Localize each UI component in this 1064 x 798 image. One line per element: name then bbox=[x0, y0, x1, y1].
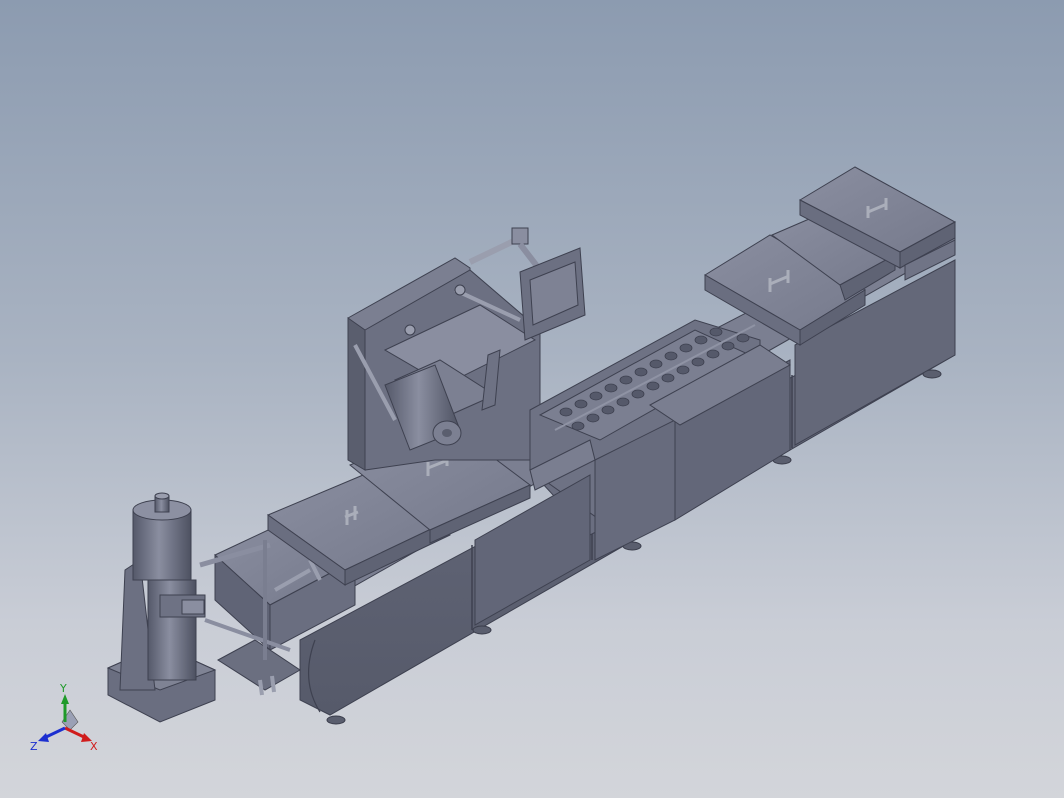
film-roll-column bbox=[106, 492, 217, 723]
y-axis-arrow bbox=[61, 694, 69, 704]
z-axis-arrow bbox=[38, 733, 49, 742]
z-axis-label: Z bbox=[30, 740, 38, 753]
x-axis-label: X bbox=[90, 740, 98, 753]
y-axis-label: Y bbox=[59, 682, 67, 695]
packaging-machine-model[interactable] bbox=[0, 0, 1064, 798]
cad-viewport[interactable]: Y X Z bbox=[0, 0, 1064, 798]
orientation-triad: Y X Z bbox=[30, 682, 98, 753]
